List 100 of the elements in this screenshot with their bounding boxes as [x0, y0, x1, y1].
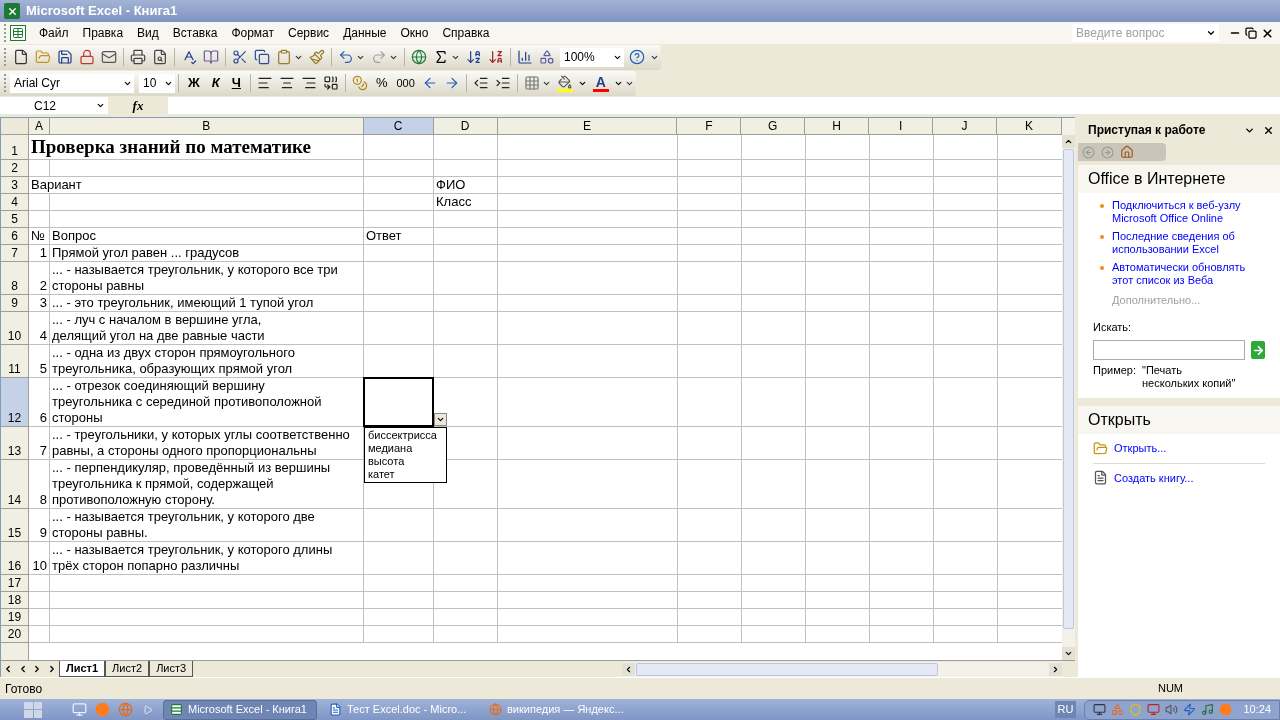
table-cell[interactable]: 1	[29, 245, 50, 262]
menu-item[interactable]: Формат	[224, 24, 282, 42]
table-cell[interactable]: Вариант	[29, 177, 364, 194]
table-cell[interactable]: ... - называется треугольник, у которого длины трёх сторон попарно различны	[50, 542, 364, 575]
table-cell[interactable]: ... - перпендикуляр, проведённый из вершины треугольника к прямой, содержащей противоположную сторону.	[50, 460, 364, 509]
scroll-down-icon[interactable]	[1064, 649, 1073, 658]
font-color-button[interactable]: A	[589, 74, 612, 92]
row-header[interactable]: 5	[1, 211, 29, 228]
link[interactable]: Последние сведения об использовании Excel	[1112, 230, 1266, 256]
row-header[interactable]: 6	[1, 228, 29, 245]
table-cell[interactable]: 9	[29, 509, 50, 542]
row-header[interactable]: 3	[1, 177, 29, 194]
table-cell[interactable]: Ответ	[364, 228, 434, 245]
menu-item[interactable]: Вставка	[165, 24, 225, 42]
table-cell[interactable]: ... - называется треугольник, у которого все три стороны равны	[50, 262, 364, 295]
table-cell[interactable]: ... - одна из двух сторон прямоугольного треугольника, образующих прямой угол	[50, 345, 364, 378]
table-cell[interactable]: Класс	[434, 194, 498, 211]
list-option[interactable]: катет	[365, 468, 446, 481]
table-cell[interactable]: ... - отрезок соединяющий вершину треугольника с серединой противоположной стороны	[50, 378, 364, 427]
network-icon[interactable]	[1147, 703, 1161, 716]
table-cell[interactable]: 4	[29, 312, 50, 345]
forward-icon[interactable]	[1101, 145, 1114, 159]
italic-button[interactable]: К	[205, 73, 226, 93]
table-cell[interactable]: ... - луч с началом в вершине угла, делящий угол на две равные части	[50, 312, 364, 345]
column-header[interactable]: I	[869, 118, 934, 135]
back-icon[interactable]	[1082, 145, 1095, 159]
table-cell[interactable]	[364, 378, 434, 427]
start-button[interactable]	[24, 701, 42, 718]
row-header[interactable]: 7	[1, 245, 29, 262]
table-cell[interactable]: ФИО	[434, 177, 498, 194]
row-header[interactable]: 2	[1, 160, 29, 177]
table-cell[interactable]: ... - треугольники, у которых углы соответственно равны, а стороны одного пропорциональны	[50, 427, 364, 460]
menu-item[interactable]: Вид	[130, 24, 166, 42]
workbook-icon[interactable]	[10, 25, 26, 41]
row-header[interactable]: 11	[1, 345, 29, 378]
table-cell[interactable]: 8	[29, 460, 50, 509]
row-header[interactable]: 19	[1, 609, 29, 626]
list-dropdown[interactable]	[434, 413, 447, 426]
help-question-field[interactable]: Введите вопрос	[1072, 24, 1219, 42]
sheet-tab[interactable]: Лист1	[59, 660, 106, 677]
menu-item[interactable]: Сервис	[281, 24, 337, 42]
name-box[interactable]: C12	[0, 97, 108, 114]
browser-icon[interactable]	[118, 702, 133, 717]
row-header[interactable]: 16	[1, 542, 29, 575]
volume-icon[interactable]	[1165, 703, 1179, 716]
insert-function-button[interactable]: fx	[110, 95, 166, 116]
music-icon[interactable]	[1201, 703, 1215, 716]
player-icon[interactable]	[1219, 703, 1233, 716]
row-header[interactable]: 10	[1, 312, 29, 345]
media-player-icon[interactable]	[95, 702, 110, 717]
row-header[interactable]: 18	[1, 592, 29, 609]
menu-item[interactable]: Файл	[32, 24, 76, 42]
row-header[interactable]: 12	[1, 378, 29, 427]
restore-icon[interactable]	[1243, 27, 1259, 39]
network-icon[interactable]	[1093, 703, 1107, 716]
table-cell[interactable]: ... - это треугольник, имеющий 1 тупой угол	[50, 295, 364, 312]
row-header[interactable]: 9	[1, 295, 29, 312]
zoom-combobox[interactable]: 100%	[560, 47, 624, 67]
table-cell[interactable]: ... - называется треугольник, у которого две стороны равны.	[50, 509, 364, 542]
search-field[interactable]	[1093, 340, 1245, 360]
link[interactable]: Автоматически обновлять этот список из Веба	[1112, 261, 1266, 287]
column-header[interactable]: E	[497, 118, 678, 135]
list-option[interactable]: медиана	[365, 442, 446, 455]
lightning-icon[interactable]	[1183, 703, 1197, 716]
scroll-right-icon[interactable]	[1051, 664, 1060, 674]
font-name-combobox[interactable]: Arial Cyr	[10, 73, 134, 93]
row-header[interactable]: 8	[1, 262, 29, 295]
link[interactable]: Открыть...	[1114, 440, 1167, 457]
scroll-left-icon[interactable]	[624, 664, 633, 674]
list-option[interactable]: высота	[365, 455, 446, 468]
menu-item[interactable]: Справка	[435, 24, 497, 42]
column-header[interactable]: H	[805, 118, 870, 135]
shield-icon[interactable]	[1129, 703, 1143, 716]
row-header[interactable]: 15	[1, 509, 29, 542]
taskbar-button[interactable]: Microsoft Excel - Книга1	[163, 699, 317, 720]
underline-button[interactable]: Ч	[225, 73, 247, 93]
bold-button[interactable]: Ж	[182, 73, 206, 93]
menu-item[interactable]: Данные	[336, 24, 394, 42]
table-cell[interactable]: №	[29, 228, 50, 245]
row-header[interactable]: 13	[1, 427, 29, 460]
row-header[interactable]: 20	[1, 626, 29, 643]
column-header[interactable]: A	[28, 118, 50, 135]
thousands-button[interactable]: 000	[392, 74, 419, 92]
table-cell[interactable]: Прямой угол равен ... градусов	[50, 245, 364, 262]
column-header[interactable]: C	[363, 118, 434, 135]
horizontal-scrollbar[interactable]	[622, 661, 1062, 677]
table-cell[interactable]: 6	[29, 378, 50, 427]
vertical-scrollbar[interactable]	[1062, 118, 1075, 660]
table-cell[interactable]: 10	[29, 542, 50, 575]
list-option[interactable]: биссектрисса	[365, 429, 446, 442]
table-cell[interactable]: 2	[29, 262, 50, 295]
row-header[interactable]: 4	[1, 194, 29, 211]
column-header[interactable]: G	[741, 118, 806, 135]
column-header[interactable]: D	[433, 118, 498, 135]
close-icon[interactable]	[1263, 124, 1274, 136]
go-button[interactable]	[1251, 341, 1265, 359]
table-cell[interactable]: Проверка знаний по математике	[29, 135, 364, 160]
show-desktop-icon[interactable]	[72, 702, 87, 717]
percent-button[interactable]: %	[370, 73, 393, 93]
link[interactable]: Подключиться к веб-узлу Microsoft Office Online	[1112, 199, 1266, 225]
